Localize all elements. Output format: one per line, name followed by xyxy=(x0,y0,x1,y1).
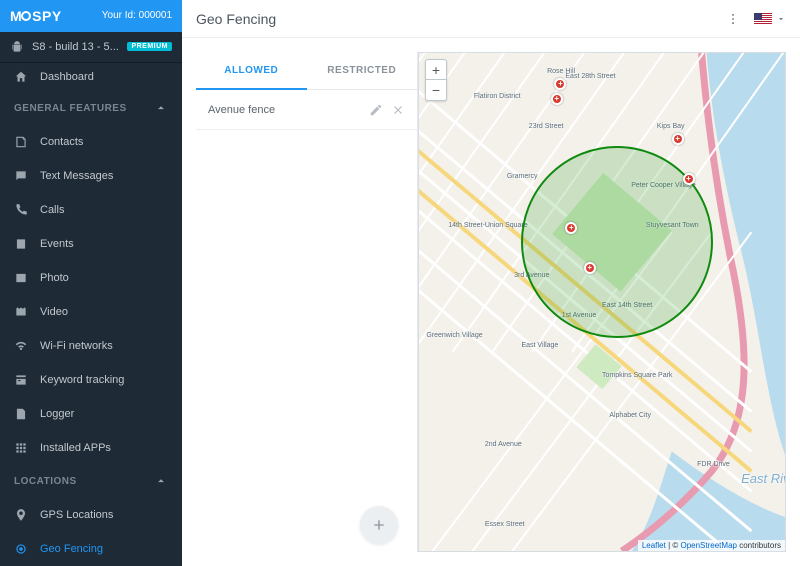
sidebar-item-label: Dashboard xyxy=(40,71,94,83)
map-label: FDR Drive xyxy=(697,461,730,468)
menu-icon xyxy=(14,407,28,421)
main-area: Geo Fencing ALLOWED RESTRICTED Avenue fe… xyxy=(182,0,800,566)
brand-logo: MSPY xyxy=(10,8,102,24)
premium-badge: PREMIUM xyxy=(127,42,172,51)
map-label: Flatiron District xyxy=(474,93,521,100)
sidebar-item-label: Video xyxy=(40,306,68,318)
menu-icon xyxy=(14,339,28,353)
sidebar-item-geo-fencing[interactable]: Geo Fencing xyxy=(0,532,182,566)
map-label: Alphabet City xyxy=(609,412,651,419)
chevron-up-icon xyxy=(154,474,168,488)
sidebar-item-label: Geo Fencing xyxy=(40,543,103,555)
map-label: Kips Bay xyxy=(657,123,685,130)
sidebar-group-general[interactable]: GENERAL FEATURES xyxy=(0,92,182,125)
more-icon[interactable] xyxy=(726,12,740,26)
menu-icon xyxy=(14,169,28,183)
map-label: Rose Hill xyxy=(547,68,575,75)
map-pin[interactable] xyxy=(551,93,563,105)
sidebar-item-label: Events xyxy=(40,238,74,250)
location-icon xyxy=(14,508,28,522)
location-icon xyxy=(14,542,28,556)
map-label: 2nd Avenue xyxy=(485,441,522,448)
map[interactable]: East 28th StreetRose HillFlatiron Distri… xyxy=(418,52,786,552)
sidebar-item-gps-locations[interactable]: GPS Locations xyxy=(0,498,182,532)
page-title: Geo Fencing xyxy=(196,11,726,27)
sidebar-topbar: MSPY Your Id: 000001 xyxy=(0,0,182,32)
osm-link[interactable]: OpenStreetMap xyxy=(680,541,736,550)
android-icon xyxy=(10,40,24,54)
sidebar-item-label: Logger xyxy=(40,408,74,420)
device-name: S8 - build 13 - 5... xyxy=(32,41,119,53)
tab-restricted[interactable]: RESTRICTED xyxy=(307,52,418,89)
map-label: 23rd Street xyxy=(529,123,564,130)
menu-icon xyxy=(14,237,28,251)
sidebar-group-locations[interactable]: LOCATIONS xyxy=(0,465,182,498)
map-label: East Village xyxy=(521,342,558,349)
sidebar-item-label: GPS Locations xyxy=(40,509,113,521)
sidebar-item-label: Wi-Fi networks xyxy=(40,340,113,352)
device-selector[interactable]: S8 - build 13 - 5... PREMIUM xyxy=(0,32,182,64)
sidebar-item-events[interactable]: Events xyxy=(0,227,182,261)
sidebar-item-contacts[interactable]: Contacts xyxy=(0,125,182,159)
locale-select[interactable] xyxy=(754,13,786,25)
sidebar-item-calls[interactable]: Calls xyxy=(0,193,182,227)
sidebar-item-installed-apps[interactable]: Installed APPs xyxy=(0,431,182,465)
map-pin[interactable] xyxy=(584,262,596,274)
flag-us-icon xyxy=(754,13,772,25)
fence-row[interactable]: Avenue fence xyxy=(196,90,417,130)
sidebar: MSPY Your Id: 000001 S8 - build 13 - 5..… xyxy=(0,0,182,566)
map-zoom: + − xyxy=(425,59,447,101)
chevron-up-icon xyxy=(154,101,168,115)
sidebar-item-label: Installed APPs xyxy=(40,442,111,454)
menu-icon xyxy=(14,203,28,217)
tab-allowed[interactable]: ALLOWED xyxy=(196,52,307,90)
fence-name: Avenue fence xyxy=(208,104,361,116)
sidebar-item-label: Photo xyxy=(40,272,69,284)
sidebar-item-label: Text Messages xyxy=(40,170,113,182)
edit-icon[interactable] xyxy=(369,103,383,117)
map-label: Greenwich Village xyxy=(426,332,482,339)
topbar: Geo Fencing xyxy=(182,0,800,38)
sidebar-item-dashboard[interactable]: Dashboard xyxy=(0,63,182,91)
fence-panel: ALLOWED RESTRICTED Avenue fence xyxy=(196,52,418,552)
close-icon[interactable] xyxy=(391,103,405,117)
menu-icon xyxy=(14,271,28,285)
menu-icon xyxy=(14,135,28,149)
menu-icon xyxy=(14,305,28,319)
sidebar-item-text-messages[interactable]: Text Messages xyxy=(0,159,182,193)
sidebar-item-label: Keyword tracking xyxy=(40,374,124,386)
fence-tabs: ALLOWED RESTRICTED xyxy=(196,52,417,90)
user-id-label: Your Id: 000001 xyxy=(102,10,172,21)
sidebar-item-label: Calls xyxy=(40,204,64,216)
sidebar-item-photo[interactable]: Photo xyxy=(0,261,182,295)
map-pin[interactable] xyxy=(672,133,684,145)
plus-icon xyxy=(371,517,387,533)
map-label: Tompkins Square Park xyxy=(602,372,672,379)
sidebar-item-logger[interactable]: Logger xyxy=(0,397,182,431)
map-label: Gramercy xyxy=(507,173,538,180)
map-label: 14th Street-Union Square xyxy=(448,222,527,229)
zoom-out-button[interactable]: − xyxy=(426,80,446,100)
zoom-in-button[interactable]: + xyxy=(426,60,446,80)
leaflet-link[interactable]: Leaflet xyxy=(642,541,666,550)
home-icon xyxy=(14,70,28,84)
map-attribution: Leaflet | © OpenStreetMap contributors xyxy=(638,540,785,551)
menu-icon xyxy=(14,373,28,387)
sidebar-item-wi-fi-networks[interactable]: Wi-Fi networks xyxy=(0,329,182,363)
map-pin[interactable] xyxy=(683,173,695,185)
sidebar-item-keyword-tracking[interactable]: Keyword tracking xyxy=(0,363,182,397)
sidebar-item-label: Contacts xyxy=(40,136,83,148)
map-label: Essex Street xyxy=(485,521,525,528)
map-label: East River xyxy=(741,471,786,486)
menu-icon xyxy=(14,441,28,455)
sidebar-item-video[interactable]: Video xyxy=(0,295,182,329)
chevron-down-icon xyxy=(776,14,786,24)
add-fence-button[interactable] xyxy=(360,506,398,544)
content: ALLOWED RESTRICTED Avenue fence xyxy=(182,38,800,566)
